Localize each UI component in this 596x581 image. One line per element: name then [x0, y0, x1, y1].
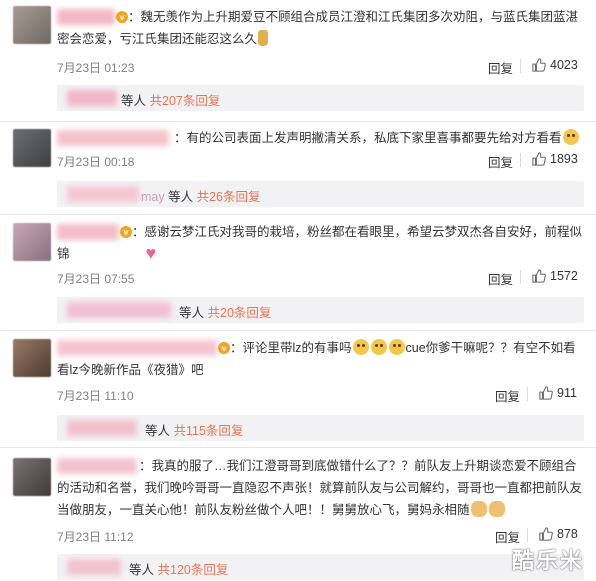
sub-replies-summary: 等人 共120条回复 — [129, 563, 229, 577]
comment-text: ：感谢云梦江氏对我哥的栽培，粉丝都在看眼里，希望云梦双杰各自安好，前程似锦 — [57, 221, 584, 265]
hug-emoji-icon — [488, 501, 505, 517]
like-count: 1893 — [550, 152, 578, 166]
divider — [527, 528, 528, 542]
divider — [520, 270, 521, 284]
like-button[interactable]: 1893 — [532, 152, 578, 166]
divider — [520, 153, 521, 167]
sub-replies[interactable]: 等人 共207条回复 — [57, 85, 584, 111]
like-count: 878 — [557, 527, 578, 541]
comment-date: 7月23日 11:10 — [57, 389, 134, 403]
comment-body: ：魏无羡作为上升期爱豆不顾组合成员江澄和江氏集团多次劝阻，与蓝氏集团蓝湛密会恋爱… — [57, 10, 579, 46]
reply-username-blurred — [67, 90, 117, 106]
avatar[interactable] — [13, 458, 51, 496]
comment-date: 7月23日 07:55 — [57, 272, 135, 286]
comment-text: ：我真的服了…我们江澄哥哥到底做错什么了？？前队友上升期谈恋爱不顾组合的活动和名… — [57, 455, 584, 521]
figure-emoji-icon — [258, 30, 269, 46]
like-button[interactable]: 1572 — [532, 269, 578, 283]
reply-button[interactable]: 回复 — [488, 269, 513, 288]
reply-count-link[interactable]: 共120条回复 — [158, 563, 229, 577]
thumbs-up-icon — [539, 527, 553, 541]
thumbs-up-icon — [532, 269, 546, 283]
sub-replies-summary: 等人 共20条回复 — [179, 306, 272, 320]
comment-body: ：评论里带lz的有事吗 — [230, 341, 352, 355]
sub-replies[interactable]: 等人 共120条回复 — [57, 554, 584, 580]
squint-emoji-icon — [370, 339, 387, 355]
avatar[interactable] — [13, 6, 51, 44]
like-button[interactable]: 4023 — [532, 58, 578, 72]
thumbs-up-icon — [539, 386, 553, 400]
sub-replies-summary: may 等人 共26条回复 — [141, 190, 261, 204]
heart-emoji-icon — [71, 242, 157, 264]
reply-username-blurred — [67, 302, 171, 318]
reply-button[interactable]: 回复 — [488, 152, 513, 171]
squint-emoji-icon — [352, 339, 369, 355]
like-button[interactable]: 878 — [539, 527, 578, 541]
sub-replies[interactable]: 等人 共20条回复 — [57, 297, 584, 323]
squint-emoji-icon — [388, 339, 405, 355]
sub-replies-summary: 等人 共115条回复 — [145, 424, 244, 438]
reply-count-link[interactable]: 共26条回复 — [197, 190, 261, 204]
sub-replies[interactable]: 等人 共115条回复 — [57, 415, 584, 441]
comment-date: 7月23日 01:23 — [57, 61, 135, 75]
reply-username-blurred — [67, 559, 121, 575]
comment-text: ：评论里带lz的有事吗 cue你爹干嘛呢？？有空不如看看lz今晚新作品《夜猎》吧 — [57, 337, 584, 381]
comment-item: v ：评论里带lz的有事吗 cue你爹干嘛呢？？有空不如看看lz今晚新作品《夜猎》… — [0, 331, 596, 441]
like-count: 1572 — [550, 269, 578, 283]
like-count: 911 — [557, 386, 577, 400]
watermark-logo: 酷乐米 — [511, 548, 584, 573]
comment-item: v ：魏无羡作为上升期爱豆不顾组合成员江澄和江氏集团多次劝阻，与蓝氏集团蓝湛密会… — [0, 0, 596, 111]
reply-username-blurred — [67, 186, 139, 202]
sub-replies-summary: 等人 共207条回复 — [121, 94, 221, 108]
comment-date: 7月23日 00:18 — [57, 155, 135, 169]
hug-emoji-icon — [470, 501, 487, 517]
reply-button[interactable]: 回复 — [495, 386, 520, 405]
avatar[interactable] — [13, 129, 51, 167]
avatar[interactable] — [13, 223, 51, 261]
comment-item: ：有的公司表面上发声明撇清关系，私底下家里喜事都要先给对方看看 7月23日 00… — [0, 122, 596, 212]
like-count: 4023 — [550, 58, 578, 72]
comment-item: v ：感谢云梦江氏对我哥的栽培，粉丝都在看眼里，希望云梦双杰各自安好，前程似锦 … — [0, 215, 596, 325]
sub-replies[interactable]: may 等人 共26条回复 — [57, 181, 584, 207]
like-button[interactable]: 911 — [539, 386, 577, 400]
comment-date: 7月23日 11:12 — [57, 530, 134, 544]
reply-count-link[interactable]: 共115条回复 — [174, 424, 244, 438]
reply-count-link[interactable]: 共20条回复 — [208, 306, 272, 320]
thumbs-up-icon — [532, 152, 546, 166]
thumbs-up-icon — [532, 58, 546, 72]
reply-username-blurred — [67, 420, 137, 436]
comment-text: ：有的公司表面上发声明撇清关系，私底下家里喜事都要先给对方看看 — [57, 127, 584, 149]
comment-body: ：有的公司表面上发声明撇清关系，私底下家里喜事都要先给对方看看 — [174, 131, 562, 145]
divider — [527, 387, 528, 401]
reply-count-link[interactable]: 共207条回复 — [150, 94, 221, 108]
reply-button[interactable]: 回复 — [488, 58, 513, 77]
divider — [520, 59, 521, 73]
cat-emoji-icon — [562, 129, 579, 145]
comment-item: ：我真的服了…我们江澄哥哥到底做错什么了？？前队友上升期谈恋爱不顾组合的活动和名… — [0, 448, 596, 581]
comment-text: ：魏无羡作为上升期爱豆不顾组合成员江澄和江氏集团多次劝阻，与蓝氏集团蓝湛密会恋爱… — [57, 6, 584, 50]
avatar[interactable] — [13, 339, 51, 377]
